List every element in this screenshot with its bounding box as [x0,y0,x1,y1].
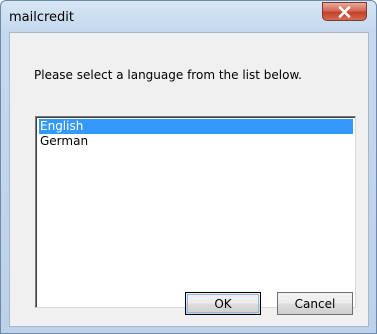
prompt-text: Please select a language from the list b… [34,68,302,82]
title-bar[interactable]: mailcredit [1,1,376,33]
close-button[interactable] [322,2,367,21]
window-title: mailcredit [9,10,75,25]
language-listbox[interactable]: English German [35,116,356,308]
language-item-german[interactable]: German [39,134,353,149]
dialog-window: mailcredit Please select a language from… [0,0,377,334]
dialog-client-area: Please select a language from the list b… [9,32,369,327]
language-item-english[interactable]: English [39,119,353,134]
cancel-button[interactable]: Cancel [277,292,353,315]
close-icon [338,6,351,18]
ok-button[interactable]: OK [185,292,261,315]
